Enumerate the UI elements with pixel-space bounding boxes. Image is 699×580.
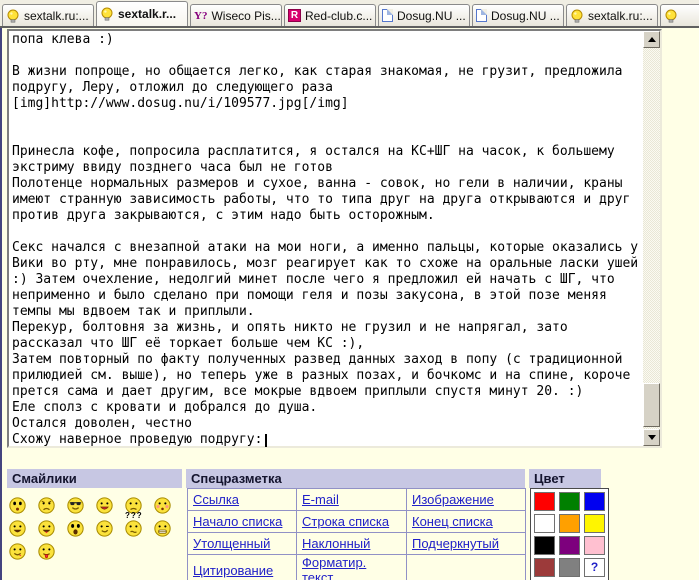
smiley-laugh-tongue[interactable] [38, 520, 55, 537]
smilies-panel-header: Смайлики [7, 469, 182, 488]
markup-cell: Ссылка [188, 489, 297, 511]
yahoo-icon: Y? [194, 10, 207, 22]
markup-cell: Утолщенный [188, 533, 297, 555]
markup-cell: Наклонный [297, 533, 407, 555]
post-editor: попа клева :) В жизни попроще, но общает… [7, 29, 662, 448]
tab-label: sextalk.ru:... [24, 9, 89, 23]
browser-tab-5[interactable]: Dosug.NU ... [472, 4, 564, 26]
editor-scrollbar[interactable] [643, 31, 660, 446]
markup-cell: Начало списка [188, 511, 297, 533]
color-swatch[interactable] [534, 558, 555, 577]
color-swatch[interactable] [534, 536, 555, 555]
color-swatch[interactable] [559, 514, 580, 533]
color-swatch[interactable] [534, 492, 555, 511]
color-swatch[interactable] [559, 492, 580, 511]
post-textarea[interactable]: попа клева :) В жизни попроще, но общает… [9, 31, 643, 446]
markup-link[interactable]: Форматир. текст [302, 555, 366, 580]
color-palette: ? [530, 488, 609, 580]
tab-label: sextalk.ru:... [588, 9, 653, 23]
tab-label: Wiseco Pis... [211, 9, 280, 23]
bulb-icon [570, 9, 584, 23]
smiley-shock[interactable] [67, 520, 84, 537]
markup-cell [407, 555, 526, 580]
markup-cell: Форматир. текст [297, 555, 407, 580]
markup-row: Ссылка E-mail Изображение [188, 489, 526, 511]
markup-link[interactable]: Изображение [412, 492, 494, 507]
color-swatch-unknown[interactable]: ? [584, 558, 605, 577]
browser-tab-3[interactable]: R Red-club.c... [284, 4, 376, 26]
color-swatch[interactable] [584, 492, 605, 511]
bulb-icon [664, 9, 678, 23]
markup-link[interactable]: Наклонный [302, 536, 370, 551]
color-swatch[interactable] [584, 536, 605, 555]
bulb-icon [6, 9, 20, 23]
browser-tab-4[interactable]: Dosug.NU ... [378, 4, 470, 26]
markup-cell: Подчеркнутый [407, 533, 526, 555]
markup-link[interactable]: Начало списка [193, 514, 282, 529]
arrow-up-icon [648, 37, 656, 42]
markup-cell: E-mail [297, 489, 407, 511]
smiley-grid: ??? [9, 497, 187, 560]
redclub-icon: R [288, 9, 301, 22]
color-swatch[interactable] [559, 536, 580, 555]
scroll-up-button[interactable] [643, 31, 660, 48]
arrow-down-icon [648, 435, 656, 440]
doc-icon [476, 9, 487, 22]
browser-tab-2[interactable]: Y? Wiseco Pis... [190, 4, 282, 26]
markup-link[interactable]: Цитирование [193, 563, 273, 578]
markup-table: Ссылка E-mail Изображение Начало списка Стро… [187, 488, 526, 580]
markup-cell: Строка списка [297, 511, 407, 533]
markup-link[interactable]: Строка списка [302, 514, 389, 529]
browser-tab-7[interactable] [660, 4, 699, 26]
smiley-sad[interactable] [38, 497, 55, 514]
markup-link[interactable]: Утолщенный [193, 536, 270, 551]
browser-tab-0[interactable]: sextalk.ru:... [2, 4, 94, 26]
markup-panel-header: Спецразметка [186, 469, 525, 488]
scrollbar-thumb[interactable] [643, 383, 660, 427]
tab-label: Dosug.NU ... [397, 9, 466, 23]
text-caret [265, 434, 267, 447]
smiley-confused[interactable]: ??? [125, 520, 142, 537]
browser-tab-6[interactable]: sextalk.ru:... [566, 4, 658, 26]
smiley-bigsmile[interactable] [96, 497, 113, 514]
colors-panel-header: Цвет [529, 469, 601, 488]
markup-link[interactable]: Конец списка [412, 514, 493, 529]
tab-label: Dosug.NU ... [491, 9, 560, 23]
markup-row: Цитирование Форматир. текст [188, 555, 526, 580]
tab-label: Red-club.c... [305, 9, 372, 23]
window-left-border [0, 28, 2, 580]
markup-row: Утолщенный Наклонный Подчеркнутый [188, 533, 526, 555]
smiley-wink[interactable] [96, 520, 113, 537]
markup-cell: Изображение [407, 489, 526, 511]
color-swatch[interactable] [559, 558, 580, 577]
markup-row: Начало списка Строка списка Конец списка [188, 511, 526, 533]
smiley-cool[interactable] [67, 497, 84, 514]
markup-link[interactable]: E-mail [302, 492, 339, 507]
tab-bar: sextalk.ru:... sextalk.r... Y? Wiseco Pis..… [0, 0, 699, 28]
smiley-blush[interactable] [154, 497, 171, 514]
browser-tab-1[interactable]: sextalk.r... [96, 1, 188, 26]
smiley-surprised[interactable] [9, 497, 26, 514]
scroll-down-button[interactable] [643, 429, 660, 446]
markup-cell: Цитирование [188, 555, 297, 580]
smiley-tongue[interactable] [38, 543, 55, 560]
smiley-laugh[interactable] [9, 520, 26, 537]
markup-link[interactable]: Подчеркнутый [412, 536, 499, 551]
smiley-grin[interactable] [154, 520, 171, 537]
confused-badge: ??? [125, 511, 143, 520]
tab-label: sextalk.r... [118, 7, 176, 21]
color-swatch[interactable] [584, 514, 605, 533]
color-swatch[interactable] [534, 514, 555, 533]
markup-link[interactable]: Ссылка [193, 492, 239, 507]
smiley-lick[interactable] [9, 543, 26, 560]
bulb-icon [100, 7, 114, 21]
doc-icon [382, 9, 393, 22]
markup-cell: Конец списка [407, 511, 526, 533]
